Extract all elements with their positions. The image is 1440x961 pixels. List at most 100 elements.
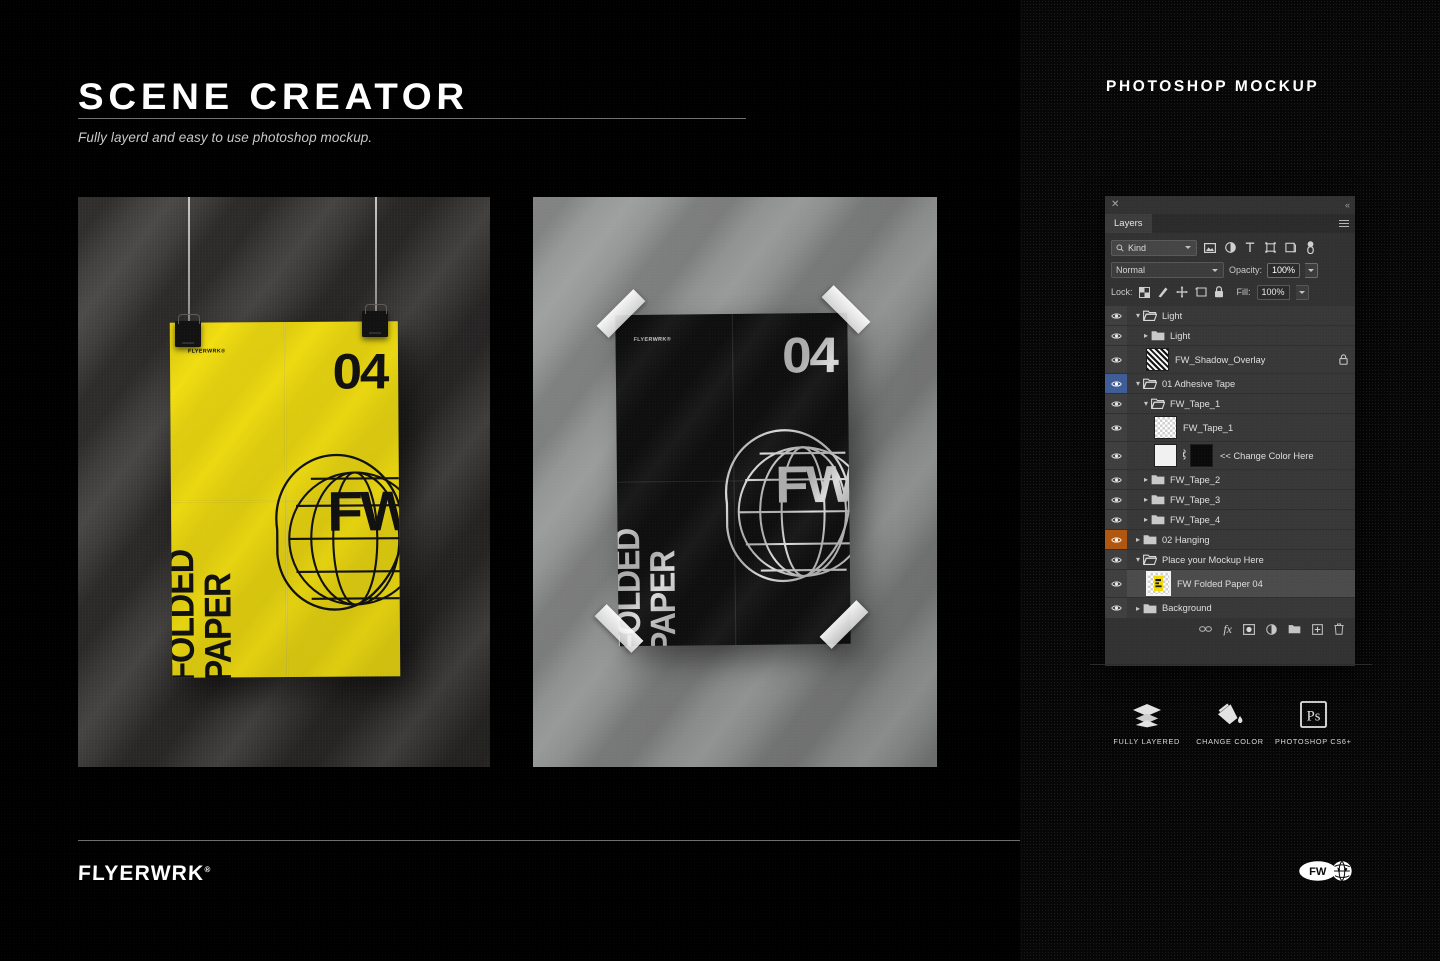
layer-mask-thumbnail[interactable] <box>1190 444 1213 467</box>
layer-row-folded-paper-smart-object[interactable]: FW Folded Paper 04 <box>1105 570 1355 598</box>
feature-fully-layered: FULLY LAYERED <box>1105 698 1188 746</box>
smart-object-icon[interactable] <box>1283 241 1297 255</box>
blend-mode-select[interactable]: Normal <box>1111 262 1224 278</box>
layer-visibility-toggle[interactable] <box>1105 490 1127 509</box>
layers-panel-toolbar: fx <box>1105 618 1355 640</box>
open-folder-icon <box>1143 310 1158 321</box>
filter-kind-select[interactable]: Kind <box>1111 239 1197 256</box>
eye-icon <box>1110 452 1122 459</box>
photoshop-layers-panel[interactable]: ✕ « Layers Kind Normal Opacity: 100% Loc… <box>1105 196 1355 666</box>
layer-thumbnail-smart-object[interactable] <box>1146 571 1171 596</box>
type-layer-icon[interactable] <box>1243 241 1257 255</box>
layer-name: Place your Mockup Here <box>1162 554 1264 565</box>
feature-photoshop-version: Ps PHOTOSHOP CS6+ <box>1272 698 1355 746</box>
chevron-right-icon[interactable]: ▸ <box>1141 495 1151 504</box>
layer-visibility-toggle[interactable] <box>1105 570 1127 597</box>
registered-trademark-icon: ® <box>204 865 211 874</box>
layer-row-light-sub[interactable]: ▸ Light <box>1105 326 1355 346</box>
opacity-input[interactable]: 100% <box>1267 262 1301 278</box>
layer-visibility-toggle[interactable] <box>1105 442 1127 469</box>
fill-slider-toggle[interactable] <box>1295 284 1309 300</box>
layer-visibility-toggle[interactable] <box>1105 470 1127 489</box>
layer-row-adhesive-tape-group[interactable]: ▾ 01 Adhesive Tape <box>1105 374 1355 394</box>
chevron-right-icon[interactable]: ▸ <box>1141 515 1151 524</box>
collapse-panel-icon[interactable]: « <box>1345 200 1350 210</box>
layer-thumbnail[interactable] <box>1154 416 1177 439</box>
layer-visibility-toggle[interactable] <box>1105 346 1127 373</box>
feature-label: PHOTOSHOP CS6+ <box>1274 737 1352 746</box>
layer-visibility-toggle[interactable] <box>1105 414 1127 441</box>
layer-thumbnail[interactable] <box>1146 348 1169 371</box>
fill-input[interactable]: 100% <box>1256 284 1290 300</box>
layer-row-background-group[interactable]: ▸ Background <box>1105 598 1355 618</box>
layer-row-tape3-group[interactable]: ▸ FW_Tape_3 <box>1105 490 1355 510</box>
feature-change-color: CHANGE COLOR <box>1188 698 1271 746</box>
layer-row-shadow-overlay[interactable]: FW_Shadow_Overlay <box>1105 346 1355 374</box>
pixel-layer-icon[interactable] <box>1203 241 1217 255</box>
layer-visibility-toggle[interactable] <box>1105 530 1127 549</box>
layer-row-hanging-group[interactable]: ▸ 02 Hanging <box>1105 530 1355 550</box>
lock-image-pixels-icon[interactable] <box>1157 286 1169 298</box>
layer-row-change-color[interactable]: << Change Color Here <box>1105 442 1355 470</box>
lock-all-icon[interactable] <box>1214 286 1224 298</box>
eye-icon <box>1110 380 1122 387</box>
chevron-right-icon[interactable]: ▸ <box>1141 331 1151 340</box>
chevron-down-icon[interactable]: ▾ <box>1141 399 1151 408</box>
paint-bucket-icon <box>1215 698 1245 728</box>
add-layer-mask-icon[interactable] <box>1243 623 1255 635</box>
filter-kind-label: Kind <box>1128 242 1147 253</box>
layer-visibility-toggle[interactable] <box>1105 394 1127 413</box>
layer-visibility-toggle[interactable] <box>1105 550 1127 569</box>
lock-position-icon[interactable] <box>1175 286 1188 298</box>
panel-controls: Kind Normal Opacity: 100% Lock: Fill: 10… <box>1105 233 1355 302</box>
chevron-down-icon[interactable]: ▾ <box>1133 555 1143 564</box>
lock-artboard-icon[interactable] <box>1194 286 1207 298</box>
lock-transparent-pixels-icon[interactable] <box>1138 286 1150 298</box>
layer-visibility-toggle[interactable] <box>1105 306 1127 325</box>
layer-visibility-toggle[interactable] <box>1105 598 1127 618</box>
chevron-down-icon[interactable]: ▾ <box>1133 311 1143 320</box>
chevron-right-icon[interactable]: ▸ <box>1141 475 1151 484</box>
panel-menu-icon[interactable] <box>1339 220 1349 228</box>
layer-row-tape4-group[interactable]: ▸ FW_Tape_4 <box>1105 510 1355 530</box>
layer-visibility-toggle[interactable] <box>1105 326 1127 345</box>
delete-layer-icon[interactable] <box>1334 623 1344 635</box>
new-layer-icon[interactable] <box>1312 623 1323 635</box>
layer-thumbnail-fill[interactable] <box>1154 444 1177 467</box>
layer-name: FW_Shadow_Overlay <box>1175 354 1266 365</box>
layer-row-tape2-group[interactable]: ▸ FW_Tape_2 <box>1105 470 1355 490</box>
poster-monogram: FW <box>774 455 851 515</box>
adjustment-layer-icon[interactable] <box>1223 241 1237 255</box>
poster-mockup-preview: SCENE CREATOR Fully layerd and easy to u… <box>0 0 1440 961</box>
chevron-down-icon[interactable]: ▾ <box>1133 379 1143 388</box>
layers-list[interactable]: ▾ Light ▸ Light FW_Shadow_Overlay ▾ 01 A… <box>1105 306 1355 618</box>
layer-row-tape1-group[interactable]: ▾ FW_Tape_1 <box>1105 394 1355 414</box>
poster-number: 04 <box>332 343 388 400</box>
shape-layer-icon[interactable] <box>1263 241 1277 255</box>
tab-layers[interactable]: Layers <box>1105 214 1152 233</box>
chevron-right-icon[interactable]: ▸ <box>1133 604 1143 613</box>
link-mask-icon[interactable] <box>1180 448 1187 463</box>
layer-row-place-mockup-group[interactable]: ▾ Place your Mockup Here <box>1105 550 1355 570</box>
new-group-icon[interactable] <box>1288 624 1301 634</box>
poster-black: FLYERWRK® 04 FW FOLDED PAPER <box>615 312 851 647</box>
eye-icon <box>1110 476 1122 483</box>
eye-icon <box>1110 400 1122 407</box>
layer-style-fx-icon[interactable]: fx <box>1223 622 1232 637</box>
opacity-slider-toggle[interactable] <box>1305 262 1319 278</box>
link-layers-icon[interactable] <box>1199 625 1213 633</box>
chevron-right-icon[interactable]: ▸ <box>1133 535 1143 544</box>
layer-visibility-toggle[interactable] <box>1105 374 1127 393</box>
layer-row-light-group[interactable]: ▾ Light <box>1105 306 1355 326</box>
new-adjustment-layer-icon[interactable] <box>1266 623 1277 635</box>
filter-toggle-icon[interactable] <box>1303 241 1317 255</box>
blend-mode-value: Normal <box>1116 265 1146 275</box>
binder-clip-left <box>175 314 201 347</box>
layer-visibility-toggle[interactable] <box>1105 510 1127 529</box>
feature-label: CHANGE COLOR <box>1196 737 1264 746</box>
lock-buttons <box>1138 286 1224 298</box>
layer-row-tape1-layer[interactable]: FW_Tape_1 <box>1105 414 1355 442</box>
close-icon[interactable]: ✕ <box>1111 200 1120 210</box>
eye-icon <box>1110 605 1122 611</box>
layer-name: Background <box>1162 603 1212 613</box>
